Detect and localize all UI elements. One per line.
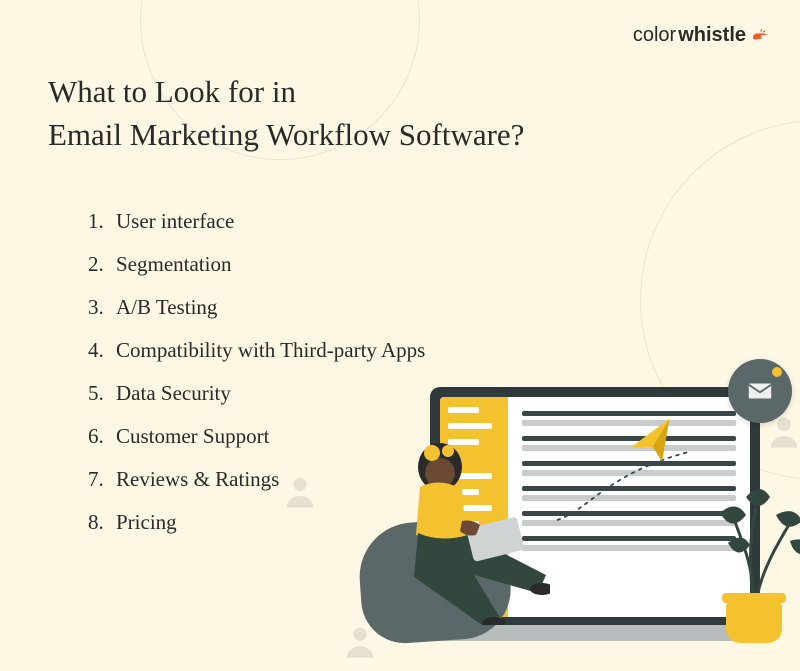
list-text: Segmentation [116, 243, 231, 286]
list-text: User interface [116, 200, 234, 243]
list-text: A/B Testing [116, 286, 217, 329]
title-line-2: Email Marketing Workflow Software? [48, 117, 524, 152]
paper-plane-icon [624, 415, 681, 472]
list-number: 4. [88, 329, 110, 372]
list-number: 7. [88, 458, 110, 501]
list-text: Data Security [116, 372, 231, 415]
title-line-1: What to Look for in [48, 74, 296, 109]
list-text: Pricing [116, 501, 177, 544]
list-item: 2.Segmentation [88, 243, 425, 286]
logo-text-light: color [633, 24, 676, 47]
potted-plant [698, 463, 800, 643]
list-number: 2. [88, 243, 110, 286]
list-text: Customer Support [116, 415, 269, 458]
list-number: 8. [88, 501, 110, 544]
list-number: 3. [88, 286, 110, 329]
page-title: What to Look for in Email Marketing Work… [48, 70, 524, 157]
list-text: Reviews & Ratings [116, 458, 279, 501]
list-number: 6. [88, 415, 110, 458]
list-number: 5. [88, 372, 110, 415]
plant-pot [726, 601, 782, 643]
list-item: 1.User interface [88, 200, 425, 243]
list-number: 1. [88, 200, 110, 243]
person-with-laptop [370, 425, 550, 625]
logo-text-bold: whistle [678, 24, 746, 47]
brand-logo: colorwhistle [633, 24, 768, 47]
hero-illustration [320, 291, 800, 671]
whistle-icon [750, 27, 768, 45]
person-silhouette-icon [280, 471, 320, 511]
